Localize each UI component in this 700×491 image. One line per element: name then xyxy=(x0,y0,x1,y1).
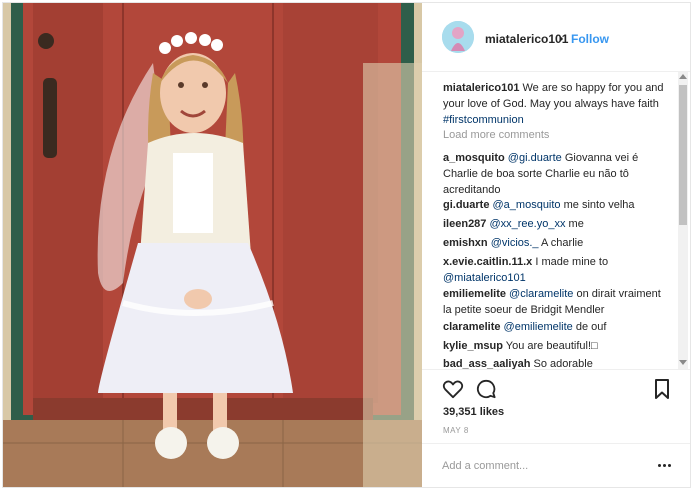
post-photo[interactable] xyxy=(3,3,422,487)
avatar-image xyxy=(442,21,474,53)
scroll-up-arrow-icon[interactable] xyxy=(679,74,687,79)
comment-item: kylie_msup You are beautiful!□ xyxy=(443,338,671,354)
comment-username[interactable]: ileen287 xyxy=(443,218,486,230)
comment-item: ileen287 @xx_ree.yo_xx me xyxy=(443,216,671,232)
comment-item: a_mosquito @gi.duarte Giovanna vei é Cha… xyxy=(443,150,671,198)
comment-username[interactable]: kylie_msup xyxy=(443,340,503,352)
comment-mention[interactable]: @vicios._ xyxy=(491,237,539,249)
header-username[interactable]: miatalerico101 xyxy=(485,32,568,46)
comment-text: me sinto velha xyxy=(560,199,635,211)
comment-text: me xyxy=(565,218,584,230)
comment-item: bad_ass_aaliyah So adorable xyxy=(443,356,671,369)
scroll-down-arrow-icon[interactable] xyxy=(679,360,687,365)
follow-button[interactable]: Follow xyxy=(571,32,609,46)
comment-mention[interactable]: @emiliemelite xyxy=(504,321,573,333)
comment-item: emiliemelite @claramelite on dirait vrai… xyxy=(443,286,671,318)
post-actions: 39,351 likes MAY 8 xyxy=(422,369,690,487)
comment-text: de ouf xyxy=(572,321,607,333)
more-options-icon[interactable] xyxy=(658,464,672,468)
comment-text: I made mine to xyxy=(532,256,609,268)
comment-username[interactable]: a_mosquito xyxy=(443,152,505,164)
comment-username[interactable]: gi.duarte xyxy=(443,199,489,211)
likes-count[interactable]: 39,351 likes xyxy=(443,406,504,418)
post-modal: miatalerico101 • Follow miatalerico101 W… xyxy=(2,2,691,488)
comment-item: x.evie.caitlin.11.x I made mine to @miat… xyxy=(443,254,671,286)
comment-mention[interactable]: @a_mosquito xyxy=(493,199,561,211)
comment-mention[interactable]: @claramelite xyxy=(509,288,573,300)
load-more-comments[interactable]: Load more comments xyxy=(443,129,549,141)
comment-text: A charlie xyxy=(538,237,584,249)
post-date[interactable]: MAY 8 xyxy=(443,426,469,435)
comment-username[interactable]: x.evie.caitlin.11.x xyxy=(443,256,532,268)
scrollbar-thumb[interactable] xyxy=(679,85,687,225)
comment-item: emishxn @vicios._ A charlie xyxy=(443,235,671,251)
comment-item: claramelite @emiliemelite de ouf xyxy=(443,319,671,335)
caption: miatalerico101 We are so happy for you a… xyxy=(443,80,671,128)
comment-item: gi.duarte @a_mosquito me sinto velha xyxy=(443,197,671,213)
avatar[interactable] xyxy=(442,21,474,53)
comment-username[interactable]: bad_ass_aaliyah xyxy=(443,358,530,369)
comments-list[interactable]: miatalerico101 We are so happy for you a… xyxy=(422,72,690,369)
comment-username[interactable]: emiliemelite xyxy=(443,288,506,300)
heart-icon[interactable] xyxy=(442,379,464,399)
bookmark-icon[interactable] xyxy=(654,379,670,399)
comment-icon[interactable] xyxy=(475,379,497,399)
comment-username[interactable]: claramelite xyxy=(443,321,500,333)
comment-text: So adorable xyxy=(530,358,593,369)
photo-illustration xyxy=(3,3,422,487)
comment-mention[interactable]: @xx_ree.yo_xx xyxy=(489,218,565,230)
caption-username[interactable]: miatalerico101 xyxy=(443,82,519,94)
add-comment-bar xyxy=(422,443,690,487)
header-separator: • xyxy=(559,32,564,46)
comment-text: You are beautiful!□ xyxy=(502,340,598,352)
comment-mention[interactable]: @miatalerico101 xyxy=(443,272,526,284)
comment-mention[interactable]: @gi.duarte xyxy=(508,152,562,164)
comment-username[interactable]: emishxn xyxy=(443,237,488,249)
post-sidebar: miatalerico101 • Follow miatalerico101 W… xyxy=(422,3,690,487)
post-header: miatalerico101 • Follow xyxy=(422,3,690,72)
caption-hashtag[interactable]: #firstcommunion xyxy=(443,114,524,126)
add-comment-input[interactable] xyxy=(442,458,642,474)
